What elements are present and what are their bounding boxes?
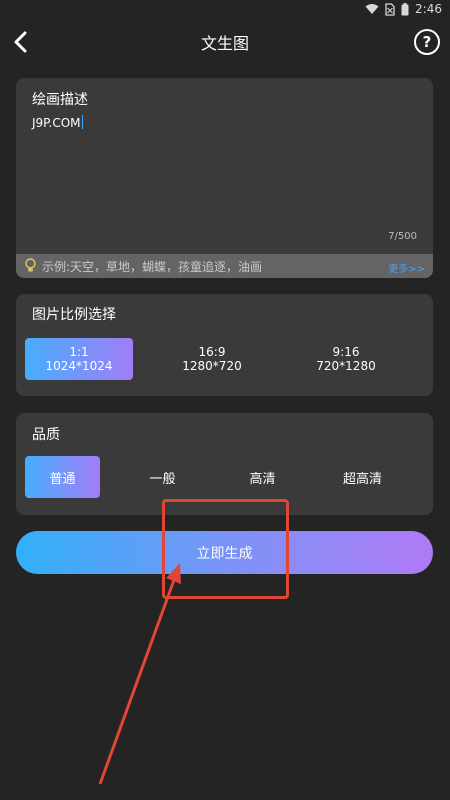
annotation-arrow — [98, 563, 181, 785]
